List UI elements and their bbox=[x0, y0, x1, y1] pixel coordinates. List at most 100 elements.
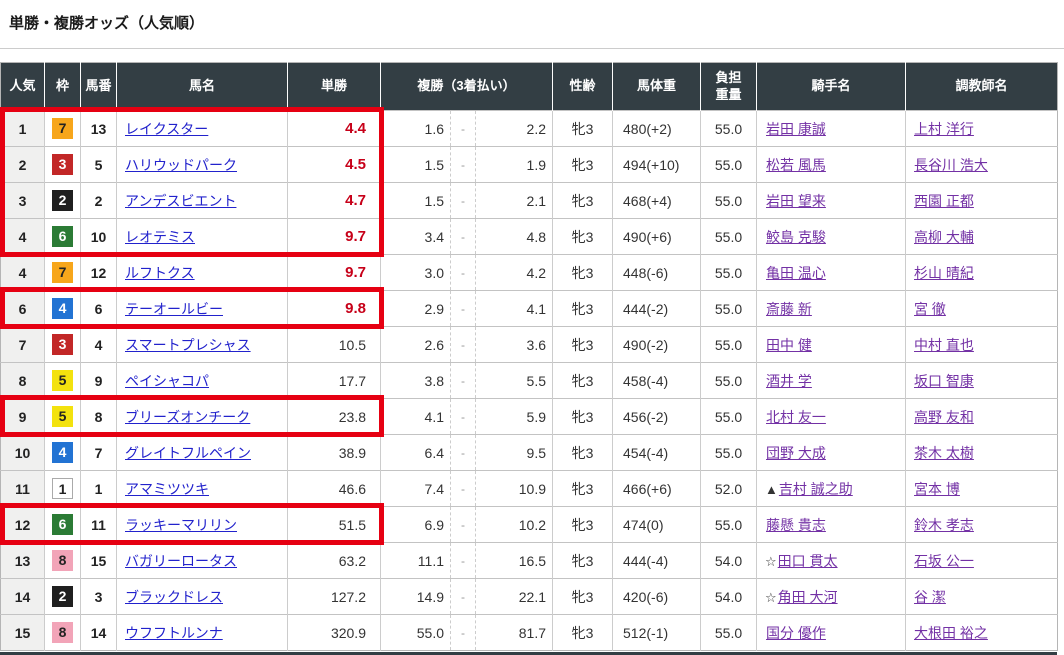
jockey-cell: 藤懸 貴志 bbox=[757, 507, 906, 543]
horse-number-cell: 1 bbox=[81, 471, 117, 507]
place-odds-separator: - bbox=[451, 255, 476, 291]
sex-age-cell: 牝3 bbox=[553, 111, 613, 147]
jockey-link[interactable]: 藤懸 貴志 bbox=[766, 517, 826, 533]
trainer-link[interactable]: 高野 友和 bbox=[914, 409, 974, 425]
place-odds-separator: - bbox=[451, 291, 476, 327]
horse-name-link[interactable]: ルフトクス bbox=[125, 265, 195, 281]
jockey-link[interactable]: 国分 優作 bbox=[766, 625, 826, 641]
frame-cell: 3 bbox=[45, 327, 81, 363]
impost-cell: 55.0 bbox=[701, 291, 757, 327]
trainer-link[interactable]: 長谷川 浩大 bbox=[914, 157, 988, 173]
jockey-cell: 亀田 温心 bbox=[757, 255, 906, 291]
jockey-link[interactable]: 斎藤 新 bbox=[766, 301, 812, 317]
horse-weight-cell: 490(-2) bbox=[613, 327, 701, 363]
place-odds-separator: - bbox=[451, 543, 476, 579]
horse-name-link[interactable]: ウフフトルンナ bbox=[125, 625, 223, 641]
frame-badge: 6 bbox=[52, 514, 73, 535]
jockey-link[interactable]: 角田 大河 bbox=[778, 589, 838, 605]
jockey-link[interactable]: 岩田 康誠 bbox=[766, 121, 826, 137]
jockey-link[interactable]: 酒井 学 bbox=[766, 373, 812, 389]
horse-name-link[interactable]: バガリーロータス bbox=[125, 553, 237, 569]
place-odds-low-cell: 2.9 bbox=[381, 291, 451, 327]
trainer-link[interactable]: 谷 潔 bbox=[914, 589, 946, 605]
place-odds-low-cell: 6.9 bbox=[381, 507, 451, 543]
trainer-link[interactable]: 中村 直也 bbox=[914, 337, 974, 353]
horse-name-link[interactable]: レオテミス bbox=[125, 229, 195, 245]
horse-name-link[interactable]: ブラックドレス bbox=[125, 589, 223, 605]
trainer-link[interactable]: 茶木 太樹 bbox=[914, 445, 974, 461]
jockey-cell: 松若 風馬 bbox=[757, 147, 906, 183]
odds-table: 人気 枠 馬番 馬名 単勝 複勝（3着払い） 性齢 馬体重 負担 重量 騎手名 … bbox=[0, 62, 1058, 651]
jockey-link[interactable]: 田口 貫太 bbox=[778, 553, 838, 569]
trainer-link[interactable]: 宮 徹 bbox=[914, 301, 946, 317]
win-odds-cell: 63.2 bbox=[288, 543, 381, 579]
table-row: 1 7 13 レイクスター 4.4 1.6 - 2.2 牝3 480(+2) 5… bbox=[1, 111, 1058, 147]
horse-name-link[interactable]: レイクスター bbox=[125, 121, 208, 137]
horse-name-link[interactable]: ペイシャコパ bbox=[125, 373, 209, 389]
col-header-frame: 枠 bbox=[45, 63, 81, 111]
rank-cell: 14 bbox=[1, 579, 45, 615]
place-odds-low-cell: 7.4 bbox=[381, 471, 451, 507]
horse-weight-cell: 474(0) bbox=[613, 507, 701, 543]
trainer-cell: 石坂 公一 bbox=[906, 543, 1058, 579]
frame-badge: 7 bbox=[52, 262, 73, 283]
trainer-link[interactable]: 石坂 公一 bbox=[914, 553, 974, 569]
win-odds-cell: 4.5 bbox=[288, 147, 381, 183]
jockey-link[interactable]: 松若 風馬 bbox=[766, 157, 826, 173]
trainer-cell: 宮本 博 bbox=[906, 471, 1058, 507]
place-odds-high-cell: 4.1 bbox=[476, 291, 553, 327]
trainer-link[interactable]: 坂口 智康 bbox=[914, 373, 974, 389]
frame-cell: 7 bbox=[45, 255, 81, 291]
horse-weight-cell: 444(-4) bbox=[613, 543, 701, 579]
trainer-cell: 鈴木 孝志 bbox=[906, 507, 1058, 543]
horse-weight-cell: 456(-2) bbox=[613, 399, 701, 435]
place-odds-high-cell: 3.6 bbox=[476, 327, 553, 363]
sex-age-cell: 牝3 bbox=[553, 147, 613, 183]
jockey-link[interactable]: 亀田 温心 bbox=[766, 265, 826, 281]
place-odds-high-cell: 5.9 bbox=[476, 399, 553, 435]
sex-age-cell: 牝3 bbox=[553, 219, 613, 255]
trainer-link[interactable]: 上村 洋行 bbox=[914, 121, 974, 137]
table-row: 3 2 2 アンデスビエント 4.7 1.5 - 2.1 牝3 468(+4) … bbox=[1, 183, 1058, 219]
horse-name-link[interactable]: アンデスビエント bbox=[125, 193, 236, 209]
trainer-link[interactable]: 西園 正都 bbox=[914, 193, 974, 209]
rank-cell: 2 bbox=[1, 147, 45, 183]
table-row: 15 8 14 ウフフトルンナ 320.9 55.0 - 81.7 牝3 512… bbox=[1, 615, 1058, 651]
jockey-link[interactable]: 北村 友一 bbox=[766, 409, 826, 425]
place-odds-high-cell: 1.9 bbox=[476, 147, 553, 183]
impost-cell: 54.0 bbox=[701, 543, 757, 579]
col-header-impost: 負担 重量 bbox=[701, 63, 757, 111]
trainer-link[interactable]: 杉山 晴紀 bbox=[914, 265, 974, 281]
horse-name-link[interactable]: テーオールビー bbox=[125, 301, 223, 317]
trainer-link[interactable]: 高柳 大輔 bbox=[914, 229, 974, 245]
table-row: 8 5 9 ペイシャコパ 17.7 3.8 - 5.5 牝3 458(-4) 5… bbox=[1, 363, 1058, 399]
jockey-link[interactable]: 田中 健 bbox=[766, 337, 812, 353]
sex-age-cell: 牝3 bbox=[553, 615, 613, 651]
place-odds-separator: - bbox=[451, 327, 476, 363]
jockey-link[interactable]: 団野 大成 bbox=[766, 445, 826, 461]
horse-name-link[interactable]: スマートプレシャス bbox=[125, 337, 251, 353]
jockey-link[interactable]: 岩田 望来 bbox=[766, 193, 826, 209]
horse-name-link[interactable]: ハリウッドパーク bbox=[125, 157, 237, 173]
jockey-link[interactable]: 吉村 誠之助 bbox=[779, 481, 853, 497]
horse-number-cell: 3 bbox=[81, 579, 117, 615]
place-odds-high-cell: 4.2 bbox=[476, 255, 553, 291]
impost-cell: 55.0 bbox=[701, 435, 757, 471]
trainer-link[interactable]: 鈴木 孝志 bbox=[914, 517, 974, 533]
win-odds-cell: 4.7 bbox=[288, 183, 381, 219]
trainer-link[interactable]: 宮本 博 bbox=[914, 481, 960, 497]
horse-name-link[interactable]: グレイトフルペイン bbox=[125, 445, 251, 461]
horse-weight-cell: 490(+6) bbox=[613, 219, 701, 255]
trainer-link[interactable]: 大根田 裕之 bbox=[914, 625, 988, 641]
horse-name-link[interactable]: ラッキーマリリン bbox=[125, 517, 237, 533]
table-row: 13 8 15 バガリーロータス 63.2 11.1 - 16.5 牝3 444… bbox=[1, 543, 1058, 579]
win-odds-cell: 10.5 bbox=[288, 327, 381, 363]
place-odds-low-cell: 1.6 bbox=[381, 111, 451, 147]
place-odds-high-cell: 22.1 bbox=[476, 579, 553, 615]
horse-name-link[interactable]: アマミツツキ bbox=[125, 481, 209, 497]
frame-badge: 3 bbox=[52, 334, 73, 355]
horse-name-link[interactable]: ブリーズオンチーク bbox=[125, 409, 250, 425]
horse-weight-cell: 494(+10) bbox=[613, 147, 701, 183]
win-odds-cell: 9.8 bbox=[288, 291, 381, 327]
jockey-link[interactable]: 鮫島 克駿 bbox=[766, 229, 826, 245]
